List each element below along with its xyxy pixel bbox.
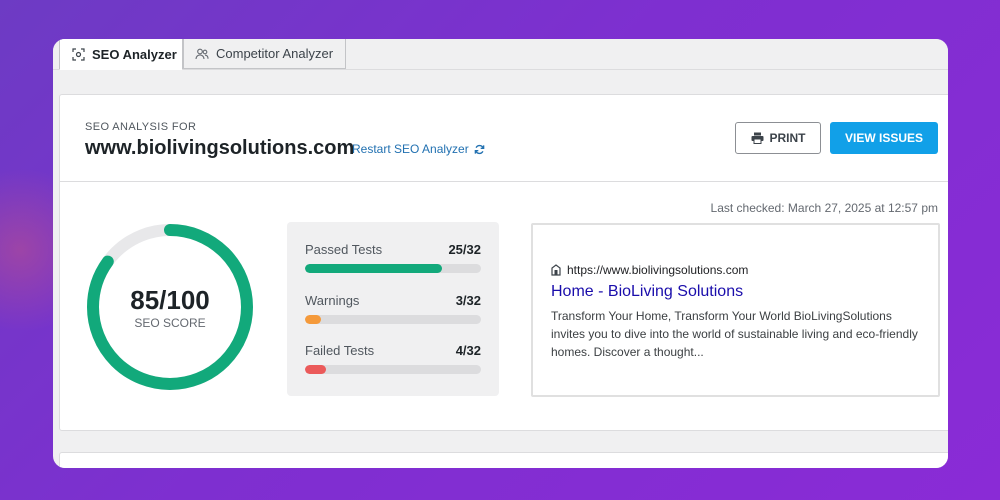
progress-bar <box>305 315 481 324</box>
print-label: PRINT <box>769 131 806 145</box>
seo-score-label: SEO SCORE <box>134 316 206 330</box>
preview-description: Transform Your Home, Transform Your Worl… <box>551 309 918 359</box>
users-icon <box>194 46 210 62</box>
search-result-preview: https://www.biolivingsolutions.com Home … <box>531 223 940 397</box>
stat-value: 25/32 <box>448 242 481 257</box>
tab-label: Competitor Analyzer <box>216 46 334 61</box>
seo-plugin-window: SEO Analyzer Competitor Analyzer SEO ANA… <box>53 39 948 468</box>
preview-url: https://www.biolivingsolutions.com <box>551 263 748 277</box>
seo-score-value: 85/100 <box>130 285 210 315</box>
view-issues-button[interactable]: VIEW ISSUES <box>830 122 938 154</box>
preview-url-text: https://www.biolivingsolutions.com <box>567 263 749 277</box>
progress-fill <box>305 315 321 324</box>
seo-analysis-panel: SEO ANALYSIS FOR www.biolivingsolutions.… <box>59 94 948 431</box>
tab-competitor-analyzer[interactable]: Competitor Analyzer <box>183 39 346 69</box>
secondary-panel <box>59 452 948 468</box>
analyzed-domain: www.biolivingsolutions.com <box>85 137 355 159</box>
restart-label: Restart SEO Analyzer <box>352 142 469 156</box>
preview-title-link[interactable]: Home - BioLiving Solutions <box>551 283 743 301</box>
refresh-icon <box>474 144 485 154</box>
site-favicon-icon <box>551 264 561 276</box>
print-button[interactable]: PRINT <box>735 122 821 154</box>
tab-seo-analyzer[interactable]: SEO Analyzer <box>59 39 183 70</box>
panel-header: SEO ANALYSIS FOR www.biolivingsolutions.… <box>60 95 948 182</box>
restart-seo-analyzer-link[interactable]: Restart SEO Analyzer <box>352 142 485 156</box>
stat-label: Passed Tests <box>305 242 383 257</box>
progress-fill <box>305 264 443 273</box>
stat-value: 3/32 <box>455 293 481 308</box>
progress-bar <box>305 264 481 273</box>
tab-bar: SEO Analyzer Competitor Analyzer <box>53 39 948 70</box>
stat-label: Warnings <box>305 293 360 308</box>
test-results-summary: Passed Tests 25/32 Warnings 3/32 Failed … <box>287 222 499 396</box>
tab-label: SEO Analyzer <box>92 46 177 62</box>
scan-icon <box>70 46 86 62</box>
printer-icon <box>751 132 763 144</box>
progress-bar <box>305 365 481 374</box>
stat-label: Failed Tests <box>305 343 375 358</box>
progress-fill <box>305 365 327 374</box>
last-checked-text: Last checked: March 27, 2025 at 12:57 pm <box>710 201 938 215</box>
analysis-eyebrow: SEO ANALYSIS FOR <box>85 121 197 133</box>
stat-value: 4/32 <box>455 343 481 358</box>
